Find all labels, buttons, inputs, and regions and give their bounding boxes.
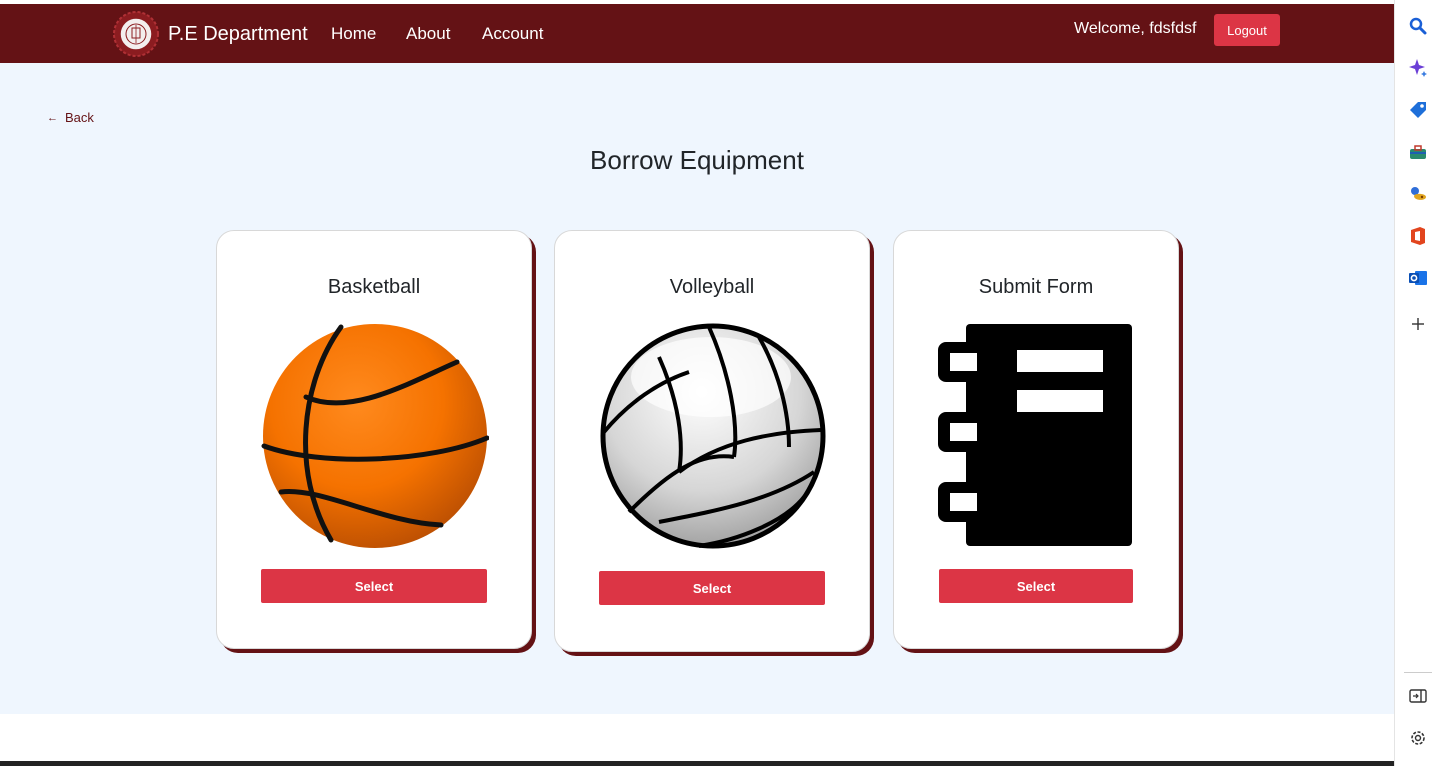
office-icon[interactable] [1407, 225, 1429, 247]
equipment-card-submit-form: Submit Form Select [893, 230, 1179, 649]
browser-sidebar [1394, 0, 1440, 766]
equipment-card-volleyball: Volleyball Select [554, 230, 870, 652]
department-logo-icon [113, 11, 159, 57]
nav-link-home[interactable]: Home [331, 24, 376, 44]
copilot-icon[interactable] [1407, 57, 1429, 79]
split-screen-icon[interactable] [1407, 685, 1429, 707]
settings-icon[interactable] [1407, 727, 1429, 749]
add-icon[interactable] [1407, 313, 1429, 335]
equipment-card-basketball: Basketball Select [216, 230, 532, 649]
brand-name: P.E Department [168, 22, 308, 45]
sidebar-divider [1404, 672, 1432, 673]
card-title: Basketball [327, 276, 421, 298]
card-title: Volleyball [669, 276, 755, 298]
outlook-icon[interactable] [1407, 267, 1429, 289]
taskbar-edge [0, 761, 1394, 766]
navbar: P.E Department Home About Account Welcom… [0, 4, 1394, 63]
arrow-left-icon: ← [47, 111, 58, 124]
select-submit-form-button[interactable]: Select [939, 569, 1133, 603]
search-icon[interactable] [1407, 15, 1429, 37]
nav-link-about[interactable]: About [406, 24, 450, 44]
brand[interactable]: P.E Department [113, 11, 308, 57]
logout-button[interactable]: Logout [1214, 14, 1280, 46]
main-content: ← Back Borrow Equipment Basketball Selec… [0, 63, 1394, 714]
notebook-image [938, 324, 1132, 546]
welcome-text: Welcome, fdsfdsf [1074, 20, 1197, 37]
toolbox-icon[interactable] [1407, 141, 1429, 163]
nav-link-account[interactable]: Account [482, 24, 543, 44]
volleyball-image [600, 323, 826, 549]
basketball-image [261, 324, 489, 548]
page-title: Borrow Equipment [590, 145, 804, 175]
select-basketball-button[interactable]: Select [261, 569, 487, 603]
shopping-tag-icon[interactable] [1407, 99, 1429, 121]
back-link[interactable]: ← Back [47, 110, 94, 125]
games-icon[interactable] [1407, 183, 1429, 205]
card-title: Submit Form [978, 276, 1094, 298]
back-label: Back [65, 110, 94, 125]
select-volleyball-button[interactable]: Select [599, 571, 825, 605]
